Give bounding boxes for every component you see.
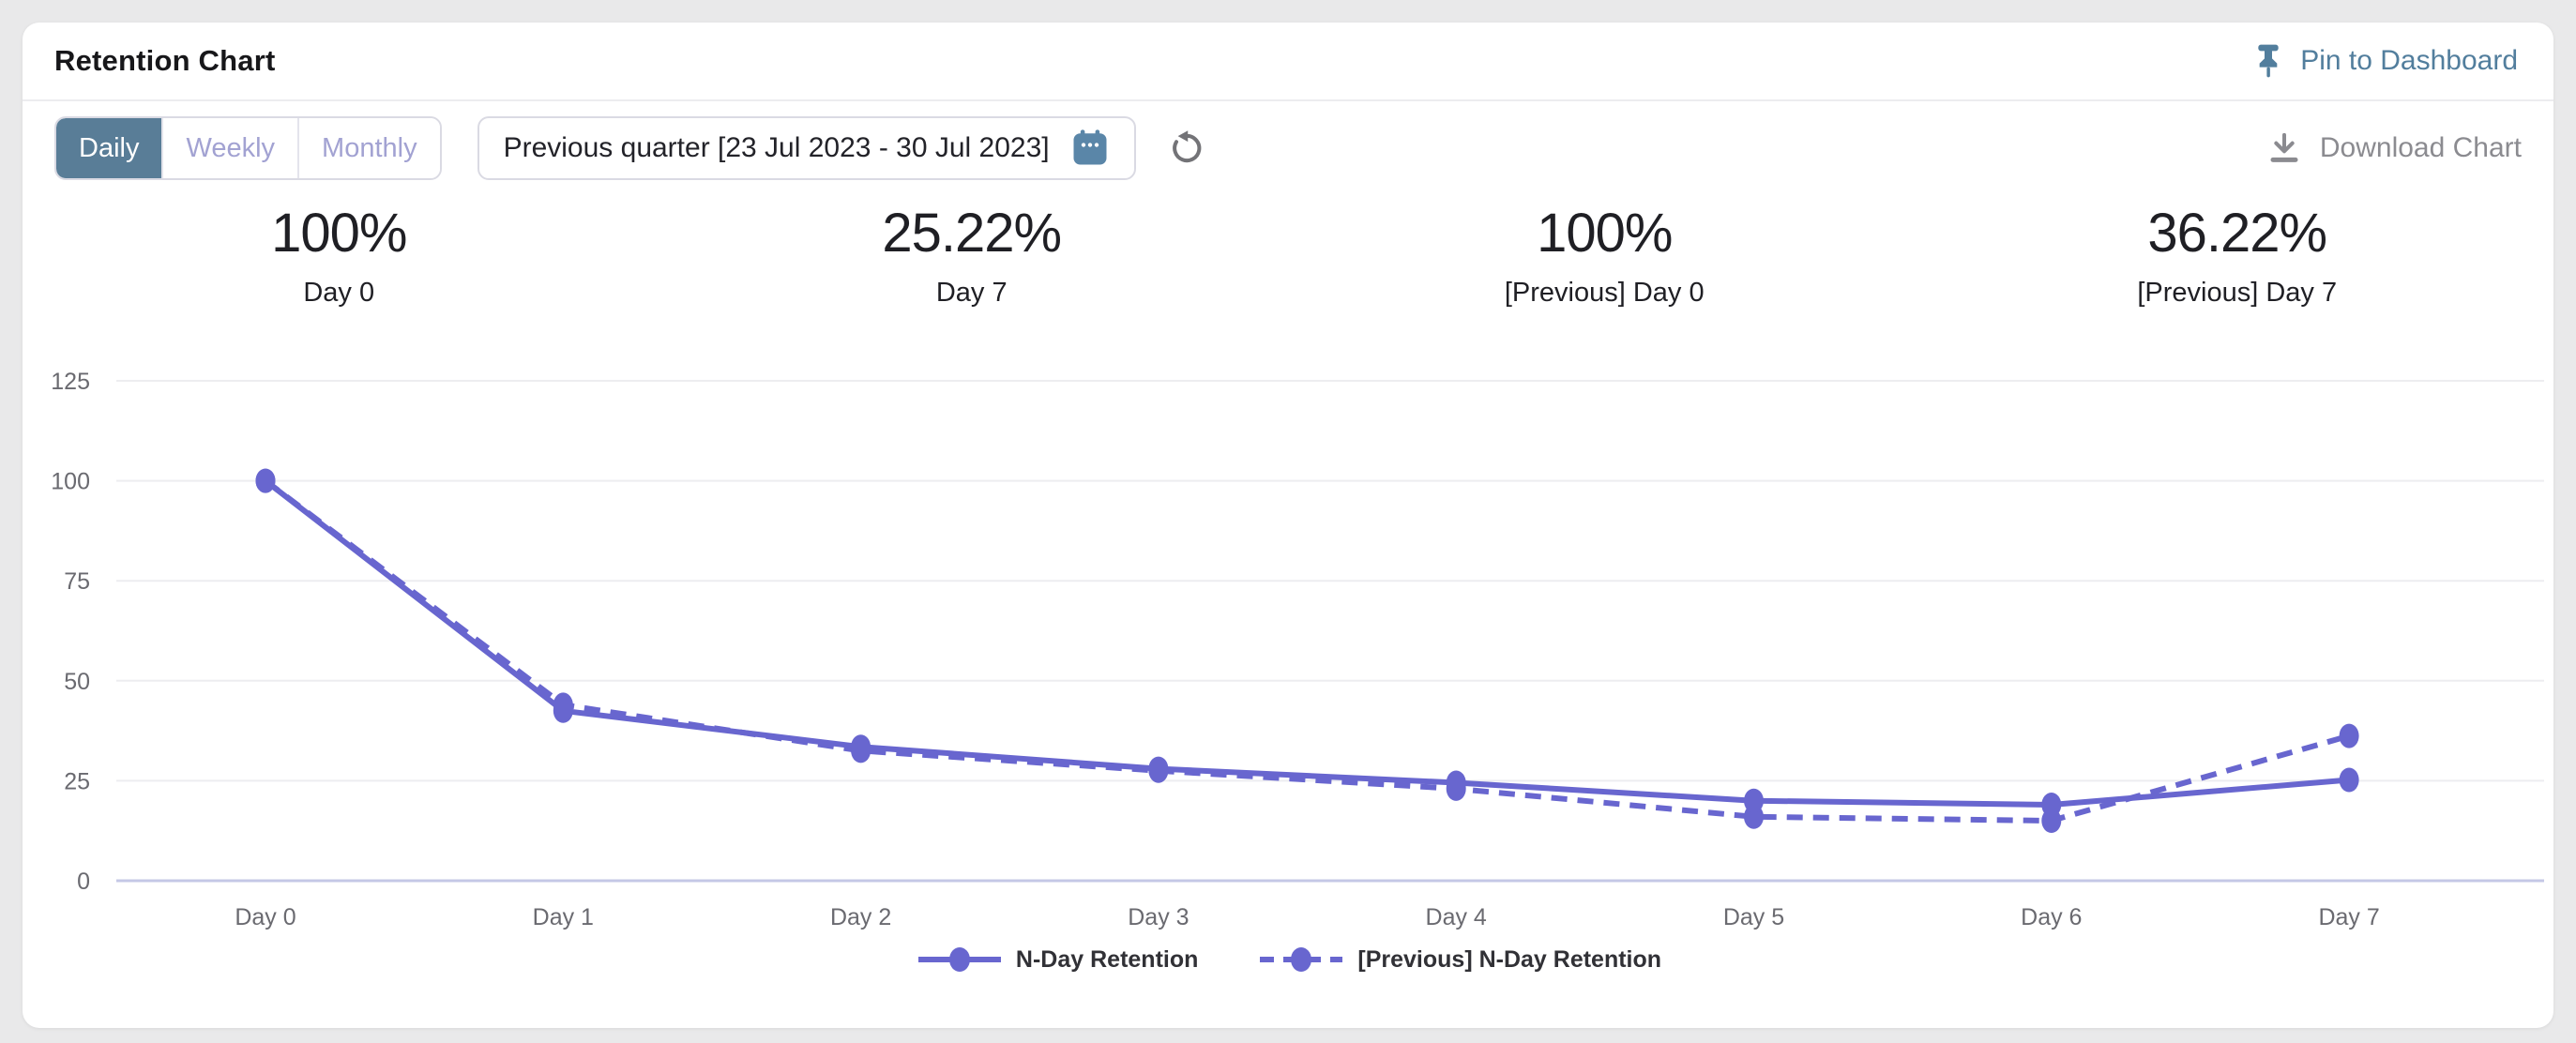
legend-label: N-Day Retention [1016, 946, 1198, 974]
series-line-dashed [265, 481, 2349, 821]
retention-report-page: { "header": { "title": "Retention Chart"… [0, 0, 2576, 1043]
x-tick-label: Day 2 [830, 904, 891, 930]
x-tick-label: Day 7 [2318, 904, 2379, 930]
data-point[interactable] [256, 469, 276, 493]
y-tick-label: 125 [51, 369, 90, 395]
x-tick-label: Day 0 [235, 904, 295, 930]
x-tick-label: Day 6 [2021, 904, 2082, 930]
data-point[interactable] [2340, 768, 2359, 793]
legend-item-previous[interactable]: [Previous] N-Day Retention [1256, 945, 1661, 974]
x-tick-label: Day 4 [1426, 904, 1487, 930]
y-tick-label: 25 [64, 768, 90, 794]
legend-label: [Previous] N-Day Retention [1357, 946, 1661, 974]
x-tick-label: Day 1 [533, 904, 594, 930]
y-tick-label: 100 [51, 469, 90, 495]
solid-line-swatch-icon [915, 945, 1005, 974]
y-tick-label: 0 [77, 869, 90, 895]
data-point[interactable] [1148, 757, 1168, 781]
legend-item-current[interactable]: N-Day Retention [915, 945, 1198, 974]
data-point[interactable] [553, 699, 573, 723]
chart-legend: N-Day Retention [Previous] N-Day Retenti… [0, 945, 2576, 974]
retention-line-chart[interactable]: 0 25 50 75 100 125 Day 0 Day 1 Day 2 Day 3 Day 4 Da… [0, 0, 2576, 1043]
data-point[interactable] [2041, 793, 2061, 817]
y-tick-label: 75 [64, 568, 90, 595]
dashed-line-swatch-icon [1256, 945, 1346, 974]
x-tick-label: Day 3 [1128, 904, 1189, 930]
x-tick-label: Day 5 [1723, 904, 1784, 930]
data-point[interactable] [1447, 771, 1466, 795]
series-line-solid [265, 481, 2349, 805]
y-tick-label: 50 [64, 669, 90, 695]
data-point[interactable] [2340, 724, 2359, 748]
data-point[interactable] [1744, 789, 1764, 813]
data-point[interactable] [851, 734, 871, 759]
